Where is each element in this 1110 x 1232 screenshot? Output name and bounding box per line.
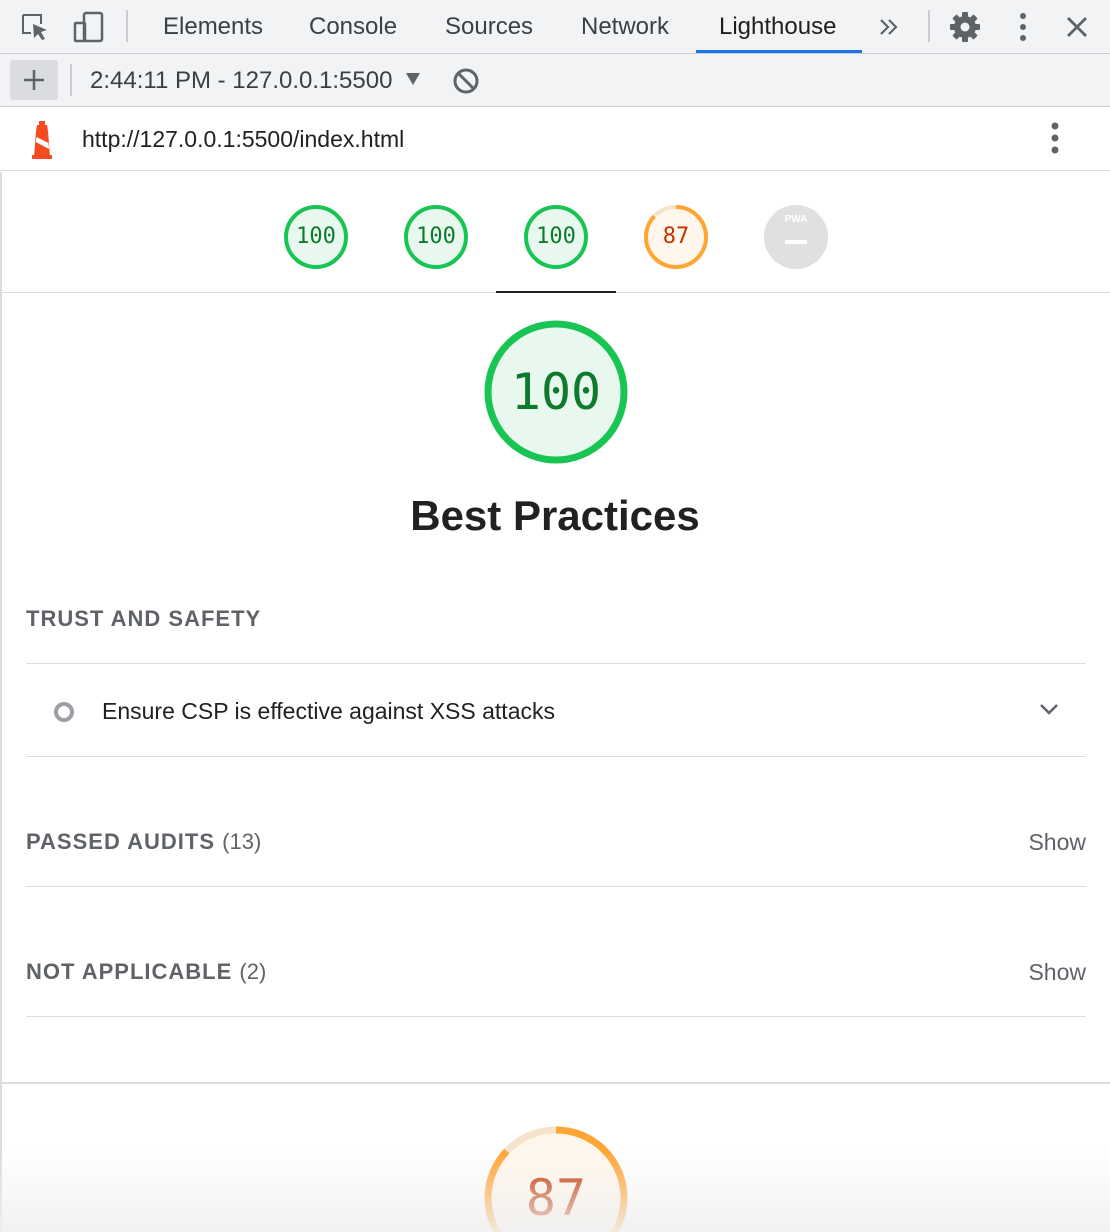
gauge-score: 100 (536, 224, 576, 249)
gauge-score: 100 (416, 224, 456, 249)
gauge-score: 100 (296, 224, 336, 249)
tab-elements[interactable]: Elements (163, 0, 263, 54)
kebab-menu-icon[interactable] (1006, 10, 1040, 44)
tab-network[interactable]: Network (581, 0, 669, 54)
divider (26, 886, 1086, 887)
group-title-trust-and-safety: TRUST AND SAFETY (26, 606, 262, 631)
audit-row[interactable]: Ensure CSP is effective against XSS atta… (26, 665, 1086, 757)
tab-console[interactable]: Console (309, 0, 397, 54)
report-url-row: http://127.0.0.1:5500/index.html (0, 107, 1110, 171)
not-applicable-show-button[interactable]: Show (1000, 959, 1086, 986)
informative-circle-icon (54, 702, 74, 722)
next-category-score: 87 (525, 1169, 587, 1227)
pwa-badge: PWA (784, 214, 808, 225)
lighthouse-toolbar: 2:44:11 PM - 127.0.0.1:5500 (0, 54, 1110, 107)
gauge-performance[interactable]: 100 (283, 204, 349, 270)
category-score: 100 (510, 363, 602, 421)
toolbar-separator (70, 64, 72, 96)
not-applicable-count: (2) (239, 959, 267, 984)
divider (26, 1016, 1086, 1017)
report-url[interactable]: http://127.0.0.1:5500/index.html (82, 107, 404, 171)
settings-gear-icon[interactable] (948, 10, 982, 44)
tab-sources[interactable]: Sources (445, 0, 533, 54)
category-score-gauge: 100 (482, 318, 630, 466)
divider (26, 756, 1086, 757)
not-applicable-label: NOT APPLICABLE (26, 959, 233, 984)
devtools-tabbar: Elements Console Sources Network Lightho… (0, 0, 1110, 54)
active-tab-indicator (696, 50, 862, 53)
selected-gauge-indicator (496, 291, 616, 293)
gauge-seo[interactable]: 87 (643, 204, 709, 270)
divider (26, 663, 1086, 664)
category-section-divider (0, 1082, 1110, 1084)
passed-audits-title[interactable]: PASSED AUDITS (13) (26, 829, 261, 855)
passed-audits-show-button[interactable]: Show (1000, 829, 1086, 856)
gauge-accessibility[interactable]: 100 (403, 204, 469, 270)
audit-title: Ensure CSP is effective against XSS atta… (102, 698, 555, 724)
tabbar-separator (928, 10, 930, 42)
inspect-element-icon[interactable] (18, 10, 52, 44)
close-icon[interactable] (1060, 10, 1094, 44)
chevron-down-icon[interactable] (406, 73, 420, 85)
lighthouse-logo-icon (28, 121, 56, 164)
passed-audits-count: (13) (222, 829, 262, 854)
device-toolbar-icon[interactable] (72, 10, 106, 44)
category-title: Best Practices (410, 492, 700, 539)
score-gauges-row: 100 100 100 87 PWA (0, 172, 1110, 293)
gauge-best-practices[interactable]: 100 (523, 204, 589, 270)
tab-lighthouse[interactable]: Lighthouse (719, 0, 836, 54)
clear-icon[interactable] (452, 67, 480, 100)
report-menu-icon[interactable] (1050, 121, 1060, 160)
new-report-button[interactable] (10, 60, 58, 100)
gauge-score: 87 (662, 224, 690, 249)
next-category-score-gauge: 87 (482, 1124, 630, 1232)
passed-audits-label: PASSED AUDITS (26, 829, 216, 854)
chevron-down-icon[interactable] (1038, 701, 1060, 722)
not-applicable-title[interactable]: NOT APPLICABLE (2) (26, 959, 266, 985)
gauge-pwa[interactable]: PWA (763, 204, 829, 270)
more-tabs-icon[interactable] (872, 10, 906, 44)
report-select[interactable]: 2:44:11 PM - 127.0.0.1:5500 (90, 54, 392, 107)
report-left-border (0, 172, 2, 1232)
tabbar-separator (126, 10, 128, 42)
